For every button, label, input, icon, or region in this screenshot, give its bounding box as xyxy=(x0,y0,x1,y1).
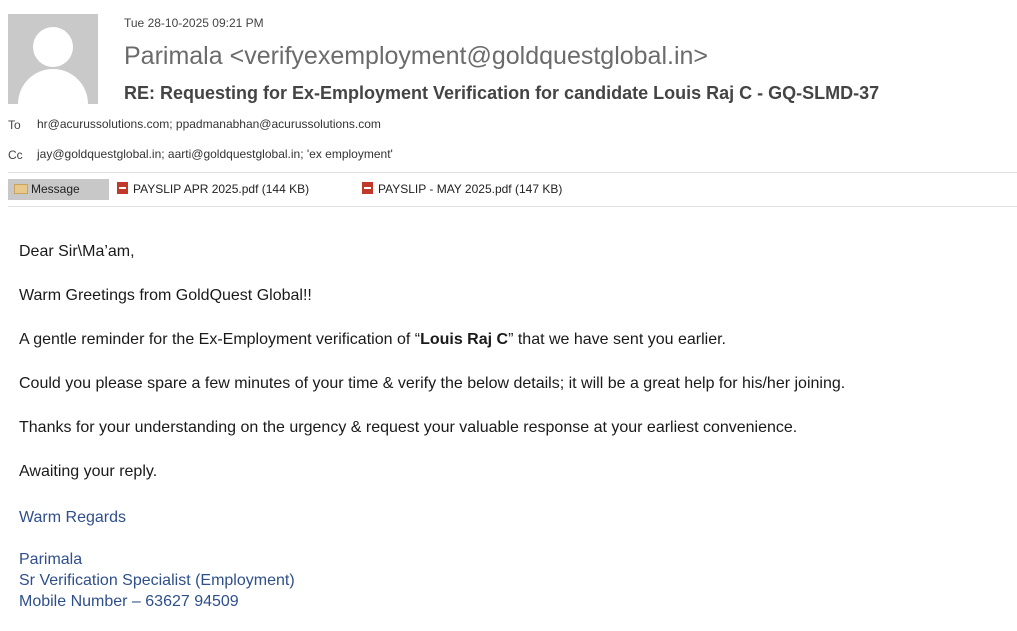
to-label: To xyxy=(8,118,21,132)
signature-title: Sr Verification Specialist (Employment) xyxy=(19,572,295,589)
email-subject: RE: Requesting for Ex-Employment Verific… xyxy=(124,83,880,103)
body-line-greetings: Warm Greetings from GoldQuest Global!! xyxy=(19,287,312,304)
message-tab-label: Message xyxy=(31,182,80,196)
attachment-payslip-apr[interactable]: PAYSLIP APR 2025.pdf (144 KB) xyxy=(117,182,309,196)
body-line-awaiting: Awaiting your reply. xyxy=(19,463,158,480)
cc-recipients[interactable]: jay@goldquestglobal.in; aarti@goldquestg… xyxy=(37,147,393,161)
body-line-thanks: Thanks for your understanding on the urg… xyxy=(19,419,798,436)
to-recipients[interactable]: hr@acurussolutions.com; ppadmanabhan@acu… xyxy=(37,117,381,131)
signature-name: Parimala xyxy=(19,551,83,568)
body-line-reminder: A gentle reminder for the Ex-Employment … xyxy=(19,331,726,349)
attachments-divider xyxy=(8,206,1017,207)
envelope-icon xyxy=(14,184,28,194)
reminder-post: ” that we have sent you earlier. xyxy=(508,331,726,348)
pdf-icon xyxy=(117,182,128,194)
cc-label: Cc xyxy=(8,148,23,162)
attachment-payslip-may[interactable]: PAYSLIP - MAY 2025.pdf (147 KB) xyxy=(362,182,562,196)
body-line-request: Could you please spare a few minutes of … xyxy=(19,375,846,392)
greeting: Dear Sir\Ma’am, xyxy=(19,243,135,260)
message-tab[interactable]: Message xyxy=(8,179,109,200)
pdf-icon xyxy=(362,182,373,194)
attachment-label: PAYSLIP - MAY 2025.pdf (147 KB) xyxy=(378,182,563,196)
sender-avatar xyxy=(8,14,98,104)
sender-name[interactable]: Parimala <verifyexemployment@goldquestgl… xyxy=(124,42,708,71)
header-divider xyxy=(8,172,1017,173)
avatar-body xyxy=(18,69,88,104)
avatar-head xyxy=(33,27,73,67)
attachment-label: PAYSLIP APR 2025.pdf (144 KB) xyxy=(133,182,310,196)
signature-regards: Warm Regards xyxy=(19,509,126,526)
candidate-name: Louis Raj C xyxy=(420,331,509,348)
signature-mobile: Mobile Number – 63627 94509 xyxy=(19,593,239,610)
reminder-pre: A gentle reminder for the Ex-Employment … xyxy=(19,331,421,348)
sent-date: Tue 28-10-2025 09:21 PM xyxy=(124,16,264,30)
